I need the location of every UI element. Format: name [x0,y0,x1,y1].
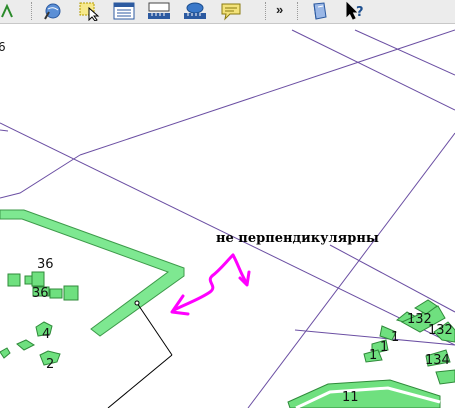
toolbar-separator [297,2,298,20]
annotation-text: не перпендикулярны [216,231,379,246]
building-label-36-bottom: 36 [32,286,49,301]
globe-info-icon[interactable] [39,0,67,22]
toolbar-separator [31,2,32,20]
building-label-134: 134 [425,353,450,368]
building-label-2: 2 [46,357,54,372]
building-label-1-a: 1 [391,330,399,345]
toolbar-overflow-button[interactable]: » [276,2,283,17]
building-label-132-right: 132 [428,323,453,338]
building-label-11: 11 [342,390,359,405]
select-features-icon[interactable] [76,0,102,22]
help-book-icon[interactable] [307,0,333,22]
toolbar-separator [265,2,266,20]
map-canvas[interactable]: 6 36 36 4 2 132 132 1 1 1 134 11 [0,23,455,408]
annotation-arrows [170,253,251,316]
pan-icon[interactable] [0,0,14,22]
road-polygon [0,209,185,337]
building-label-36-top: 36 [37,257,54,272]
building-label-4: 4 [42,327,50,342]
map-tips-icon[interactable] [218,0,244,22]
svg-text:?: ? [356,5,364,20]
attribute-table-icon[interactable] [111,0,137,22]
whats-this-icon[interactable]: ? [343,0,369,22]
measure-area-icon[interactable] [181,0,209,22]
building-label-1-c: 1 [369,348,377,363]
toolbar: » ? [0,0,455,24]
measure-ruler-icon[interactable] [146,0,172,22]
building-label-1-b: 1 [380,340,388,355]
corner-label: 6 [0,40,6,54]
